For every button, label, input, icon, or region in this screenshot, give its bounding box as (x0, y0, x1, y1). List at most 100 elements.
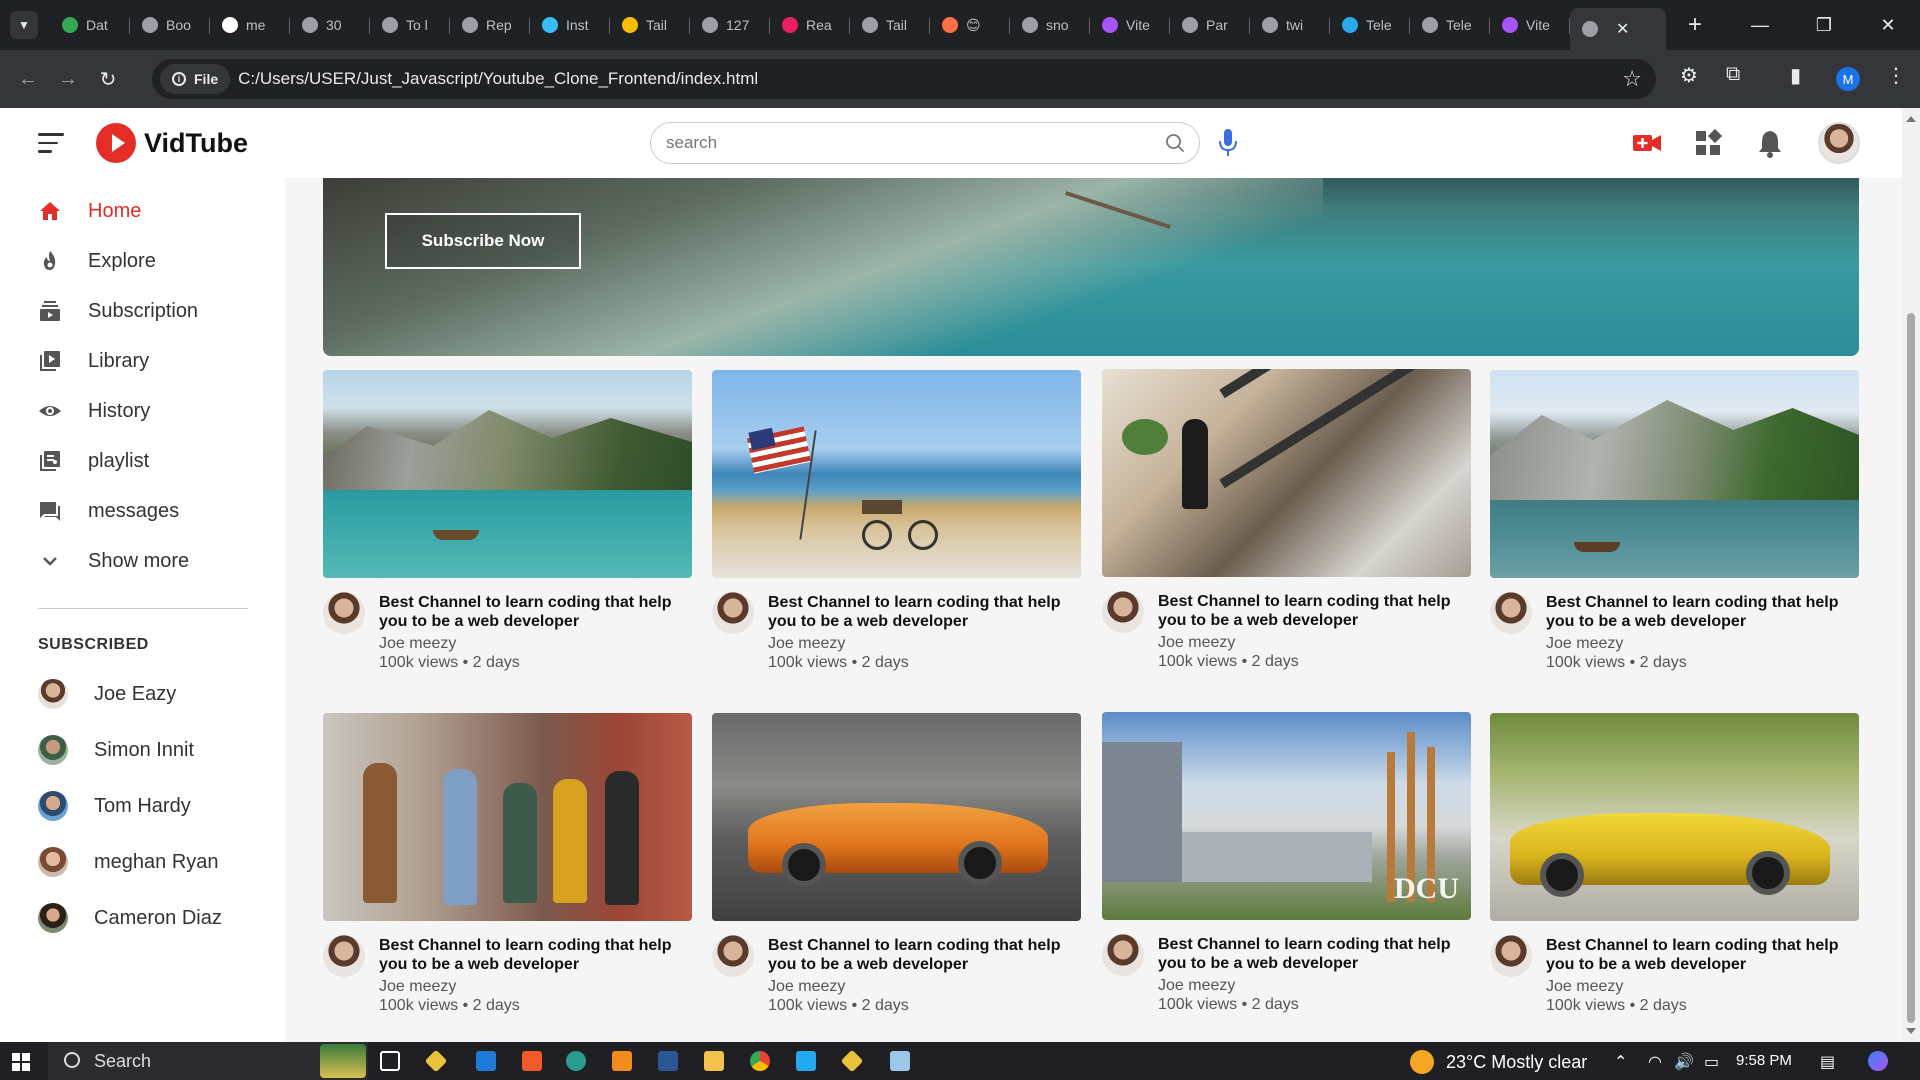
search-icon[interactable] (1165, 133, 1185, 153)
close-tab-icon[interactable]: ✕ (1616, 19, 1629, 39)
video-thumbnail[interactable] (1490, 370, 1859, 578)
restore-button[interactable]: ❐ (1792, 0, 1856, 50)
browser-tab[interactable]: To l (370, 8, 450, 42)
subscribed-channel-item[interactable]: Simon Innit (38, 734, 194, 766)
sublime-icon[interactable] (612, 1051, 632, 1071)
channel-avatar[interactable] (1490, 935, 1532, 977)
browser-tab[interactable]: sno (1010, 8, 1090, 42)
user-avatar[interactable] (1818, 122, 1860, 164)
wifi-icon[interactable]: ◠ (1648, 1052, 1662, 1072)
video-camera-icon[interactable] (1632, 128, 1662, 158)
video-channel[interactable]: Joe meezy (768, 635, 845, 653)
browser-tab[interactable]: 😊 (930, 8, 1010, 42)
video-card[interactable]: DCU Best Channel to learn coding that he… (1102, 712, 1471, 1013)
git-app-icon[interactable] (424, 1049, 448, 1073)
clock[interactable]: 9:58 PM (1736, 1052, 1792, 1069)
video-card[interactable]: Best Channel to learn coding that help y… (323, 713, 692, 1014)
close-window-button[interactable]: ✕ (1856, 0, 1920, 50)
channel-avatar[interactable] (323, 935, 365, 977)
page-scrollbar[interactable] (1902, 108, 1920, 1042)
sidebar-item-show-more[interactable]: Show more (38, 546, 189, 576)
subscribed-channel-item[interactable]: Tom Hardy (38, 790, 191, 822)
channel-avatar[interactable] (1490, 592, 1532, 634)
browser-tab[interactable]: Rea (770, 8, 850, 42)
video-thumbnail[interactable] (1490, 713, 1859, 921)
windows-start-icon[interactable] (12, 1053, 30, 1071)
browser-tab[interactable]: Vite (1090, 8, 1170, 42)
browser-tab[interactable]: me (210, 8, 290, 42)
sidebar-item-history[interactable]: History (38, 396, 150, 426)
video-thumbnail[interactable] (1102, 369, 1471, 577)
video-title[interactable]: Best Channel to learn coding that help y… (1158, 592, 1468, 630)
sidebar-item-explore[interactable]: Explore (38, 246, 156, 276)
chrome-icon[interactable] (750, 1051, 770, 1071)
widget-landscape-icon[interactable] (320, 1044, 366, 1078)
browser-tab[interactable]: Rep (450, 8, 530, 42)
browser-tab[interactable]: Tail (850, 8, 930, 42)
browser-tab[interactable]: Tele (1330, 8, 1410, 42)
browser-tab[interactable]: Boo (130, 8, 210, 42)
bell-icon[interactable] (1755, 128, 1785, 158)
video-card[interactable]: Best Channel to learn coding that help y… (1490, 370, 1859, 671)
video-card[interactable]: Best Channel to learn coding that help y… (712, 713, 1081, 1014)
subscribed-channel-item[interactable]: meghan Ryan (38, 846, 219, 878)
video-channel[interactable]: Joe meezy (1158, 977, 1235, 995)
video-title[interactable]: Best Channel to learn coding that help y… (379, 936, 689, 974)
mic-icon[interactable] (1218, 128, 1238, 158)
video-thumbnail[interactable]: DCU (1102, 712, 1471, 920)
sidebar-item-subscription[interactable]: Subscription (38, 296, 198, 326)
video-card[interactable]: Best Channel to learn coding that help y… (1490, 713, 1859, 1014)
video-thumbnail[interactable] (323, 713, 692, 921)
video-channel[interactable]: Joe meezy (1546, 978, 1623, 996)
weather-widget[interactable]: 23°C Mostly clear (1410, 1050, 1587, 1074)
video-title[interactable]: Best Channel to learn coding that help y… (768, 936, 1078, 974)
git-app-icon-2[interactable] (840, 1049, 864, 1073)
video-title[interactable]: Best Channel to learn coding that help y… (1158, 935, 1468, 973)
bookmark-star-icon[interactable]: ☆ (1622, 66, 1642, 92)
extensions-puzzle-icon[interactable]: ⧉ (1726, 63, 1740, 86)
browser-profile-avatar[interactable]: M (1836, 67, 1860, 91)
channel-avatar[interactable] (1102, 591, 1144, 633)
notification-icon[interactable]: ▤ (1820, 1052, 1835, 1072)
browser-tab-active[interactable]: ✕ (1570, 8, 1666, 50)
video-channel[interactable]: Joe meezy (768, 978, 845, 996)
browser-tab[interactable]: 127 (690, 8, 770, 42)
video-channel[interactable]: Joe meezy (379, 978, 456, 996)
channel-avatar[interactable] (1102, 934, 1144, 976)
side-panel-icon[interactable]: ▮ (1790, 63, 1801, 88)
video-card[interactable]: Best Channel to learn coding that help y… (1102, 369, 1471, 670)
video-thumbnail[interactable] (323, 370, 692, 578)
site-info-chip[interactable]: i File (160, 64, 231, 94)
forward-button[interactable]: → (48, 68, 88, 91)
video-channel[interactable]: Joe meezy (1546, 635, 1623, 653)
minimize-button[interactable]: — (1728, 0, 1792, 50)
app-orange-icon[interactable] (522, 1051, 542, 1071)
address-bar[interactable]: i File C:/Users/USER/Just_Javascript/You… (152, 59, 1656, 99)
video-thumbnail[interactable] (712, 713, 1081, 921)
sidebar-item-playlist[interactable]: playlist (38, 446, 149, 476)
tray-chevron-icon[interactable]: ⌃ (1614, 1052, 1627, 1072)
logo[interactable]: VidTube (96, 123, 248, 163)
task-view-icon[interactable] (380, 1051, 400, 1071)
subscribed-channel-item[interactable]: Cameron Diaz (38, 902, 222, 934)
channel-avatar[interactable] (712, 935, 754, 977)
extension-icon[interactable]: ⚙ (1680, 63, 1698, 88)
video-title[interactable]: Best Channel to learn coding that help y… (1546, 936, 1856, 974)
file-explorer-icon[interactable] (704, 1051, 724, 1071)
notepad-icon[interactable] (890, 1051, 910, 1071)
back-button[interactable]: ← (8, 68, 48, 91)
video-title[interactable]: Best Channel to learn coding that help y… (379, 593, 689, 631)
copilot-icon[interactable] (1868, 1051, 1888, 1071)
scroll-up-arrow[interactable] (1906, 116, 1916, 122)
browser-tab[interactable]: Inst (530, 8, 610, 42)
video-channel[interactable]: Joe meezy (379, 635, 456, 653)
scrollbar-thumb[interactable] (1907, 313, 1915, 1023)
sidebar-item-library[interactable]: Library (38, 346, 149, 376)
browser-tab[interactable]: twi (1250, 8, 1330, 42)
video-title[interactable]: Best Channel to learn coding that help y… (1546, 593, 1856, 631)
browser-tab[interactable]: Dat (50, 8, 130, 42)
sidebar-item-messages[interactable]: messages (38, 496, 179, 526)
reload-button[interactable]: ↻ (88, 67, 128, 92)
channel-avatar[interactable] (323, 592, 365, 634)
subscribed-channel-item[interactable]: Joe Eazy (38, 678, 176, 710)
